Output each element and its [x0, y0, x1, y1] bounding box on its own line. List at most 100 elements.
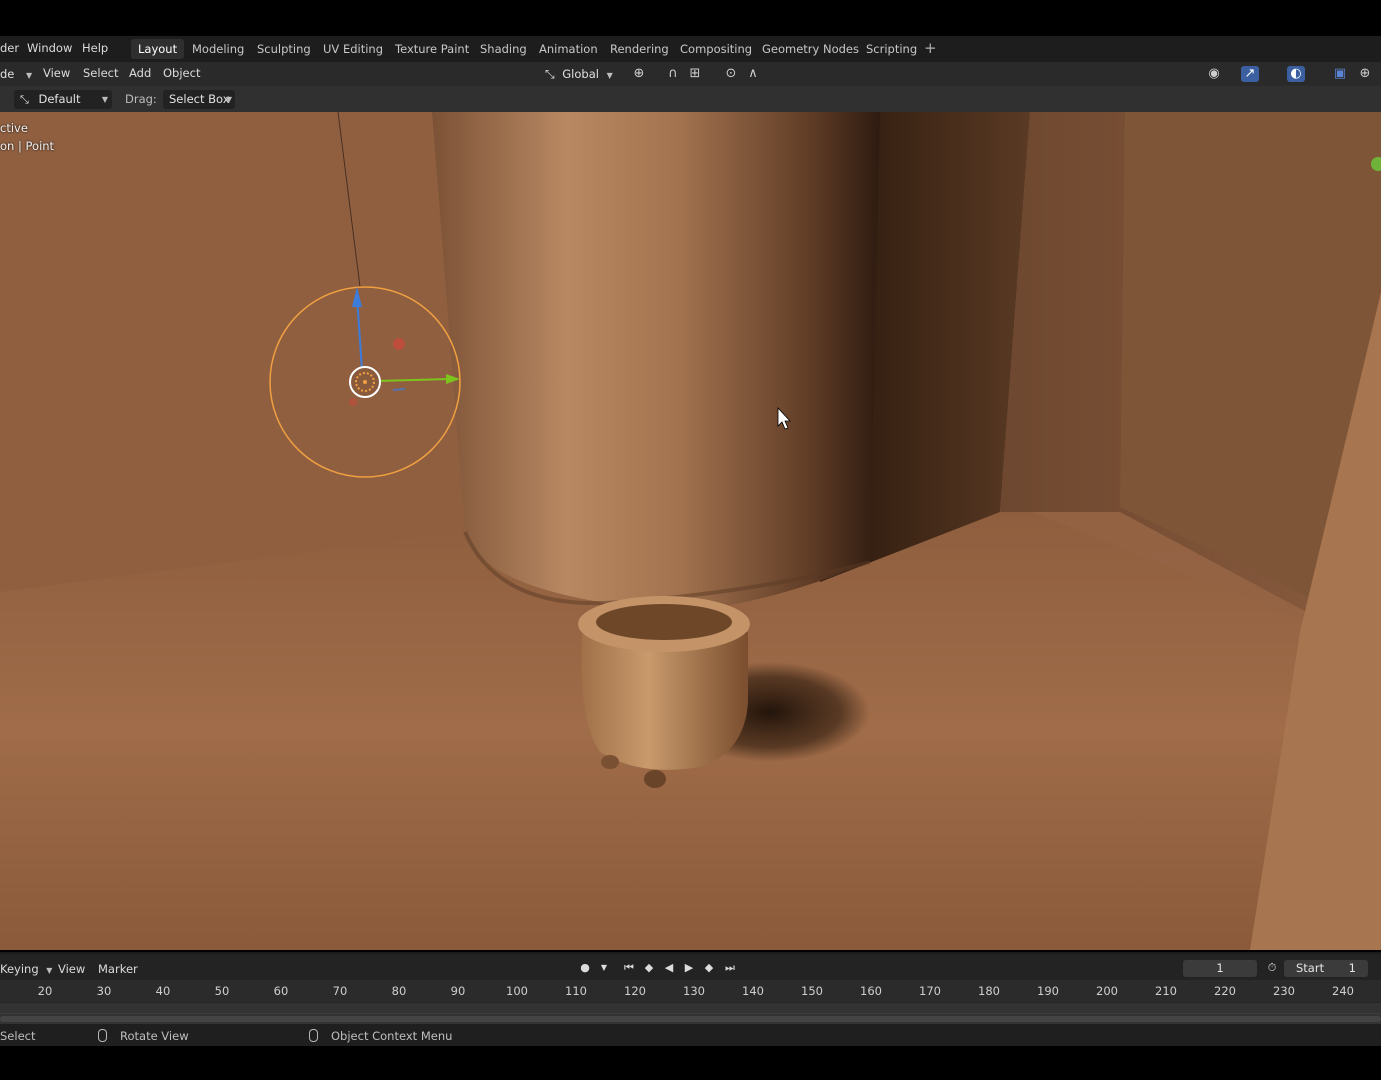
proportional-edit-icon[interactable]: ⊙ [722, 66, 740, 82]
timeline-scrollbar[interactable] [0, 1016, 1381, 1022]
transform-orientation-dropdown[interactable]: ⤡ Global ▼ [545, 65, 620, 83]
tab-uv-editing[interactable]: UV Editing [316, 39, 390, 59]
start-label: Start [1296, 961, 1325, 975]
menu-view[interactable]: View [43, 66, 70, 80]
chevron-down-icon: ▼ [101, 95, 108, 104]
tab-layout[interactable]: Layout [131, 39, 185, 59]
mode-label: de [0, 67, 15, 81]
timeline-menu-marker[interactable]: Marker [98, 962, 138, 976]
next-keyframe-icon[interactable]: ◆ [700, 960, 718, 976]
transform-orientation-label: Global [562, 67, 599, 81]
stopwatch-icon[interactable]: ⏱ [1263, 960, 1281, 976]
timeline-ruler[interactable]: 20 30 40 50 60 70 80 90 100 110 120 130 140 150 160 170… [0, 980, 1381, 1002]
ruler-tick-label: 30 [96, 984, 112, 998]
drag-value: Select Box [169, 92, 230, 106]
ruler-tick-label: 140 [742, 984, 764, 998]
chevron-down-icon[interactable]: ▼ [595, 960, 613, 976]
tab-modeling[interactable]: Modeling [185, 39, 251, 59]
ruler-tick-label: 70 [332, 984, 348, 998]
ruler-tick-label: 170 [919, 984, 941, 998]
falloff-curve-icon[interactable]: ∧ [744, 66, 762, 82]
tab-geometry-nodes[interactable]: Geometry Nodes [755, 39, 866, 59]
jump-to-end-icon[interactable]: ⏭ [721, 960, 739, 976]
keying-dropdown[interactable]: Keying ▼ [0, 962, 52, 976]
record-icon[interactable]: ● [576, 960, 594, 976]
ruler-tick-label: 130 [683, 984, 705, 998]
status-rotate-hint: Rotate View [120, 1029, 189, 1043]
play-reverse-icon[interactable]: ◀ [660, 960, 678, 976]
top-bar: der Window Help Layout Modeling Sculptin… [0, 36, 1381, 62]
start-value: 1 [1348, 961, 1356, 975]
3d-viewport[interactable]: ctive on | Point [0, 112, 1381, 950]
menu-window[interactable]: Window [27, 41, 72, 55]
timeline-menu-view[interactable]: View [58, 962, 85, 976]
ruler-tick-label: 240 [1332, 984, 1354, 998]
ruler-tick-label: 50 [214, 984, 230, 998]
tab-shading[interactable]: Shading [473, 39, 534, 59]
menu-render[interactable]: der [0, 41, 19, 55]
menu-object[interactable]: Object [163, 66, 200, 80]
orientation-label: Default [38, 92, 81, 106]
tab-scripting[interactable]: Scripting [859, 39, 924, 59]
chevron-down-icon: ▼ [26, 71, 33, 80]
status-context-hint: Object Context Menu [331, 1029, 453, 1043]
ruler-tick-label: 80 [391, 984, 407, 998]
transform-axes-icon: ⤡ [545, 67, 555, 81]
track-divider [0, 1013, 1381, 1014]
viewport-overlay-object-label: on | Point [0, 139, 55, 153]
bottom-black-border [0, 1046, 1381, 1080]
prev-keyframe-icon[interactable]: ◆ [640, 960, 658, 976]
menu-add[interactable]: Add [129, 66, 151, 80]
visibility-eye-icon[interactable]: ◉ [1205, 66, 1223, 82]
menu-help[interactable]: Help [82, 41, 108, 55]
snap-increment-icon[interactable]: ⊞ [686, 66, 704, 82]
overlay-toggle-icon[interactable]: ◐ [1287, 66, 1305, 82]
drag-dropdown[interactable]: Select Box ▼ [163, 90, 235, 109]
status-select-hint: Select [0, 1029, 36, 1043]
chevron-down-icon: ▼ [46, 966, 53, 975]
orientation-dropdown[interactable]: ⤡ Default ▼ [14, 90, 112, 109]
top-black-border [0, 0, 1381, 36]
ruler-tick-label: 110 [565, 984, 587, 998]
tool-settings-bar: ⤡ Default ▼ Drag: Select Box ▼ [0, 86, 1381, 112]
wireframe-shading-icon[interactable]: ⊕ [1356, 66, 1374, 82]
mouse-right-icon [309, 1029, 318, 1042]
ruler-tick-label: 230 [1273, 984, 1295, 998]
viewport-render [0, 112, 1381, 950]
ruler-tick-label: 160 [860, 984, 882, 998]
ruler-tick-label: 120 [624, 984, 646, 998]
snap-magnet-icon[interactable]: ∩ [664, 66, 682, 82]
menu-select[interactable]: Select [83, 66, 118, 80]
ruler-tick-label: 20 [37, 984, 53, 998]
ruler-tick-label: 90 [450, 984, 466, 998]
pivot-point-icon[interactable]: ⊕ [630, 66, 648, 82]
timeline-header: Keying ▼ View Marker ● ▼ ⏮ ◆ ◀ ▶ ◆ ⏭ 1 ⏱… [0, 952, 1381, 980]
keying-label: Keying [0, 962, 39, 976]
tab-texture-paint[interactable]: Texture Paint [388, 39, 476, 59]
jump-to-start-icon[interactable]: ⏮ [620, 960, 638, 976]
current-frame-field[interactable]: 1 [1183, 960, 1257, 977]
tab-animation[interactable]: Animation [532, 39, 605, 59]
viewport-header: de ▼ View Select Add Object ⤡ Global ▼ ⊕… [0, 62, 1381, 86]
ruler-tick-label: 60 [273, 984, 289, 998]
ruler-tick-label: 200 [1096, 984, 1118, 998]
status-bar: Select Rotate View Object Context Menu [0, 1024, 1381, 1046]
drag-label: Drag: [125, 92, 157, 106]
tab-rendering[interactable]: Rendering [603, 39, 676, 59]
tab-compositing[interactable]: Compositing [673, 39, 759, 59]
tab-sculpting[interactable]: Sculpting [250, 39, 318, 59]
gizmo-toggle-icon[interactable]: ↗ [1241, 66, 1259, 82]
start-frame-field[interactable]: Start 1 [1284, 960, 1368, 977]
ruler-tick-label: 40 [155, 984, 171, 998]
xray-toggle-icon[interactable]: ▣ [1331, 66, 1349, 82]
play-icon[interactable]: ▶ [680, 960, 698, 976]
chevron-down-icon: ▼ [225, 95, 232, 104]
ruler-tick-label: 100 [506, 984, 528, 998]
ruler-tick-label: 190 [1037, 984, 1059, 998]
chevron-down-icon: ▼ [606, 71, 613, 80]
mode-dropdown[interactable]: de ▼ [0, 65, 32, 83]
add-workspace-button[interactable]: + [924, 39, 937, 57]
transform-axes-icon: ⤡ [20, 93, 29, 106]
viewport-overlay-view-label: ctive [0, 121, 28, 135]
ruler-tick-label: 150 [801, 984, 823, 998]
